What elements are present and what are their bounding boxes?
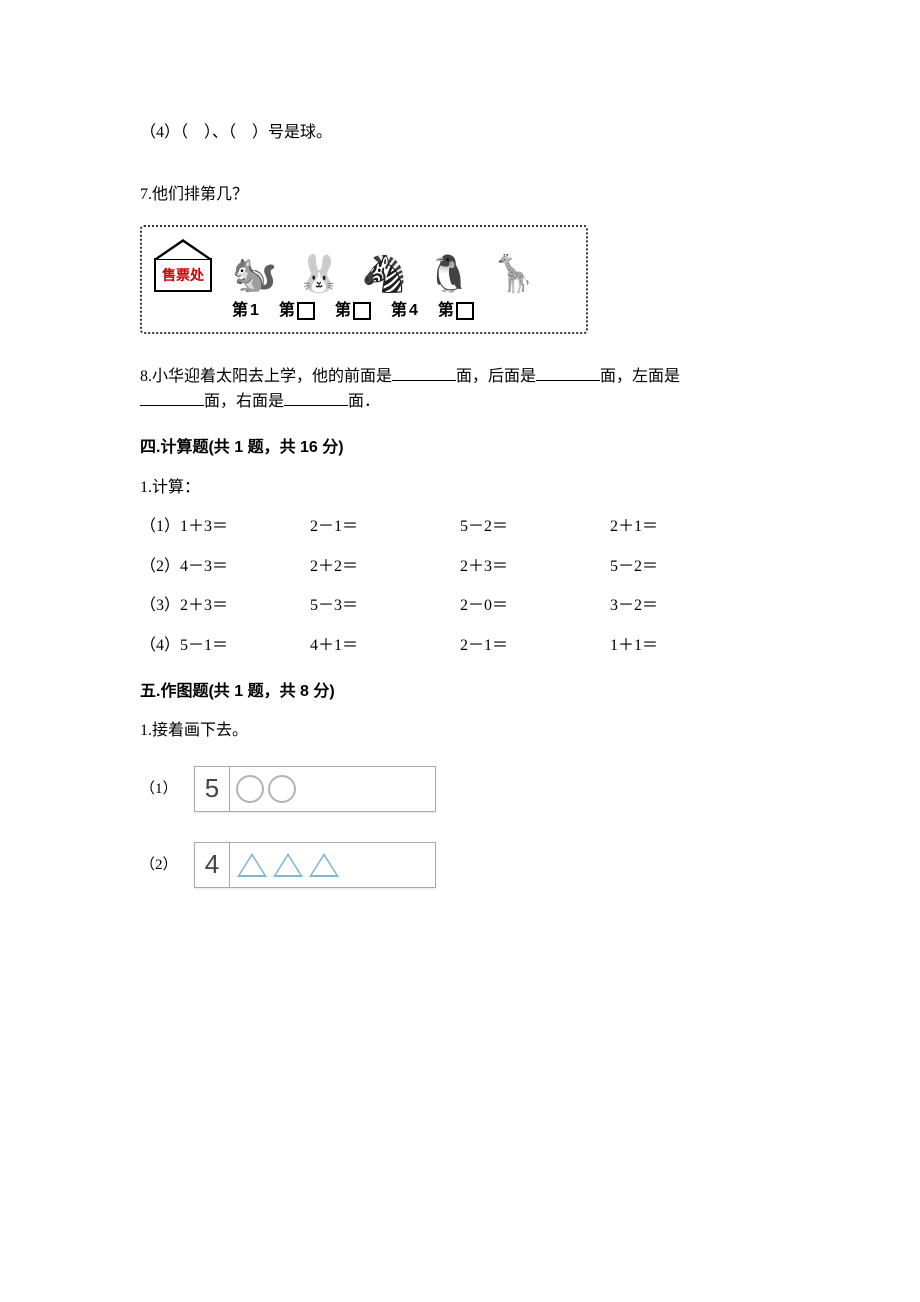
draw-num-2: 4	[195, 843, 230, 887]
calc-cell: （2）4－3＝	[140, 554, 310, 580]
calc-cell: 2－0＝	[460, 593, 610, 619]
q8-seg3: 面，左面是	[600, 368, 680, 385]
calc-cell: （3）2＋3＝	[140, 593, 310, 619]
calc-cell: 5－2＝	[460, 514, 610, 540]
q7-number: 7.	[140, 186, 152, 203]
question-8: 8.小华迎着太阳去上学，他的前面是 面，后面是 面，左面是面，右面是 面．	[140, 364, 780, 415]
draw-num-1: 5	[195, 767, 230, 811]
queue-row: 售票处 🐿️ 🐰 🦓 🐧 🦒	[154, 239, 574, 292]
queue-slot-3[interactable]: 第	[335, 298, 371, 324]
question-7-figure: 售票处 🐿️ 🐰 🦓 🐧 🦒 第1 第 第 第4 第	[140, 225, 780, 334]
q8-seg2: 面，后面是	[456, 368, 536, 385]
calc-cell: （1）1＋3＝	[140, 514, 310, 540]
q8-seg4: 面，右面是	[204, 393, 284, 410]
q4-suffix: ）号是球。	[252, 124, 332, 141]
q8-number: 8.	[140, 368, 152, 385]
draw-shapes-1[interactable]	[230, 767, 435, 811]
worksheet-page: （4）（ ）、（ ）号是球。 7.他们排第几？ 售票处 🐿️ 🐰 🦓 🐧 🦒 第…	[0, 0, 920, 978]
calc-row-1: （1）1＋3＝ 2－1＝ 5－2＝ 2＋1＝	[140, 514, 780, 540]
draw-row-1: （1） 5	[140, 766, 780, 812]
q8-seg5: 面．	[348, 393, 380, 410]
calc-cell: 2－1＝	[460, 633, 610, 659]
fill-blank[interactable]	[284, 391, 348, 406]
queue-slot-1: 第1	[232, 298, 259, 324]
calc-table: （1）1＋3＝ 2－1＝ 5－2＝ 2＋1＝ （2）4－3＝ 2＋2＝ 2＋3＝…	[140, 514, 780, 658]
draw-label-2: （2）	[140, 853, 180, 877]
calc-cell: 5－3＝	[310, 593, 460, 619]
section-4-heading: 四.计算题(共 1 题，共 16 分)	[140, 435, 780, 461]
question-4-line: （4）（ ）、（ ）号是球。	[140, 120, 780, 146]
calc-cell: 5－2＝	[610, 554, 760, 580]
draw-box-1[interactable]: 5	[194, 766, 436, 812]
queue-slot-5[interactable]: 第	[438, 298, 474, 324]
calc-cell: 2＋3＝	[460, 554, 610, 580]
calc-cell: 1＋1＝	[610, 633, 760, 659]
calc-cell: 3－2＝	[610, 593, 760, 619]
q4-prefix: （4）（	[140, 124, 188, 141]
draw-box-2[interactable]: 4	[194, 842, 436, 888]
fill-blank[interactable]	[536, 366, 600, 381]
calc-cell: 2－1＝	[310, 514, 460, 540]
draw-row-2: （2） 4	[140, 842, 780, 888]
q8-seg1: 小华迎着太阳去上学，他的前面是	[152, 368, 392, 385]
queue-slot-2[interactable]: 第	[279, 298, 315, 324]
animal-icon-4: 🐧	[426, 256, 471, 292]
section-5-heading: 五.作图题(共 1 题，共 8 分)	[140, 679, 780, 705]
animal-icon-2: 🐰	[297, 256, 342, 292]
sec4-item-label: 1.计算：	[140, 475, 780, 501]
animal-icon-5: 🦒	[491, 256, 536, 292]
question-7: 7.他们排第几？	[140, 182, 780, 208]
calc-cell: 4＋1＝	[310, 633, 460, 659]
triangle-icon	[237, 853, 267, 877]
draw-label-1: （1）	[140, 777, 180, 801]
calc-row-2: （2）4－3＝ 2＋2＝ 2＋3＝ 5－2＝	[140, 554, 780, 580]
calc-cell: 2＋2＝	[310, 554, 460, 580]
sec5-item-label: 1.接着画下去。	[140, 718, 780, 744]
draw-shapes-2[interactable]	[230, 843, 435, 887]
queue-labels-row: 第1 第 第 第4 第	[154, 298, 574, 324]
q7-prompt: 他们排第几？	[152, 186, 248, 203]
circle-icon	[236, 775, 264, 803]
calc-cell: 2＋1＝	[610, 514, 760, 540]
animal-icon-3: 🦓	[362, 256, 407, 292]
blank-box-icon[interactable]	[456, 302, 474, 320]
q4-mid: ）、（	[204, 124, 236, 141]
animal-icon-1: 🐿️	[232, 256, 277, 292]
fill-blank[interactable]	[140, 391, 204, 406]
fill-blank[interactable]	[392, 366, 456, 381]
calc-cell: （4）5－1＝	[140, 633, 310, 659]
calc-row-4: （4）5－1＝ 4＋1＝ 2－1＝ 1＋1＝	[140, 633, 780, 659]
ticket-booth-icon: 售票处	[154, 239, 212, 292]
blank-box-icon[interactable]	[297, 302, 315, 320]
triangle-icon	[273, 853, 303, 877]
triangle-icon	[309, 853, 339, 877]
ticket-queue-box: 售票处 🐿️ 🐰 🦓 🐧 🦒 第1 第 第 第4 第	[140, 225, 588, 334]
queue-slot-4: 第4	[391, 298, 418, 324]
ticket-booth-label: 售票处	[154, 258, 212, 292]
circle-icon	[268, 775, 296, 803]
calc-row-3: （3）2＋3＝ 5－3＝ 2－0＝ 3－2＝	[140, 593, 780, 619]
blank-box-icon[interactable]	[353, 302, 371, 320]
